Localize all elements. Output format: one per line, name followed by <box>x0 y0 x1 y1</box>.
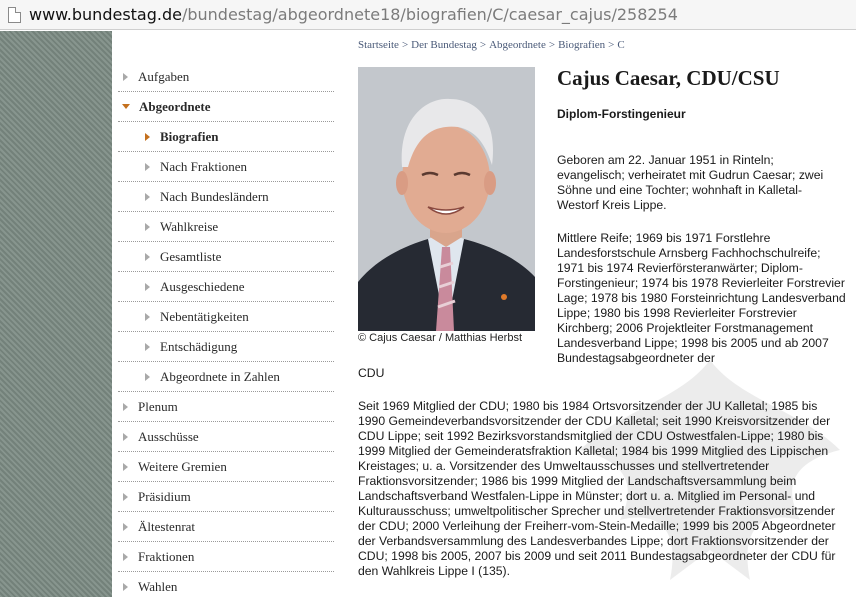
chevron-right-icon <box>123 72 128 81</box>
chevron-right-icon <box>123 522 128 531</box>
sidebar-item-label: Plenum <box>138 398 178 414</box>
sidebar-item-label: Wahlkreise <box>160 218 219 234</box>
chevron-right-icon <box>145 282 150 291</box>
sidebar-item-label: Fraktionen <box>138 548 195 564</box>
sidebar-item-label: Abgeordnete in Zahlen <box>160 368 280 384</box>
sidebar-item-label: Entschädigung <box>160 338 238 354</box>
chevron-right-icon <box>145 372 150 381</box>
sidebar-item-wahlkreise[interactable]: Wahlkreise <box>118 212 334 242</box>
photo-caption: © Cajus Caesar / Matthias Herbst <box>358 332 522 344</box>
chevron-right-icon <box>123 432 128 441</box>
sidebar-item-abgeordnete[interactable]: Abgeordnete <box>118 92 334 122</box>
breadcrumb-separator: > <box>608 39 615 51</box>
sidebar-item-fraktionen[interactable]: Fraktionen <box>118 542 334 572</box>
chevron-right-icon <box>123 552 128 561</box>
breadcrumb-link-startseite[interactable]: Startseite <box>358 39 399 51</box>
sidebar-item-label: Biografien <box>160 128 219 144</box>
chevron-down-icon <box>122 104 130 109</box>
chevron-right-icon <box>145 162 150 171</box>
breadcrumb-separator: > <box>401 39 409 51</box>
chevron-right-icon <box>145 252 150 261</box>
breadcrumb: Startseite > Der Bundestag > Abgeordnete > Bio… <box>358 39 625 51</box>
sidebar-item-label: Aufgaben <box>138 68 190 84</box>
breadcrumb-link-der-bundestag[interactable]: Der Bundestag <box>411 39 477 51</box>
sidebar-item-aeltestenrat[interactable]: Ältestenrat <box>118 512 334 542</box>
profession-label: Diplom-Forstingenieur <box>557 107 686 121</box>
sidebar-item-nach-bundeslaendern[interactable]: Nach Bundesländern <box>118 182 334 212</box>
sidebar-item-label: Ausgeschiedene <box>160 278 245 294</box>
sidebar-item-nebentaetigkeiten[interactable]: Nebentätigkeiten <box>118 302 334 332</box>
sidebar-nav: Aufgaben Abgeordnete Biografien Nach Fra… <box>118 62 334 597</box>
sidebar-item-weitere-gremien[interactable]: Weitere Gremien <box>118 452 334 482</box>
sidebar-item-nach-fraktionen[interactable]: Nach Fraktionen <box>118 152 334 182</box>
url-host: www.bundestag.de <box>29 5 182 24</box>
bio-politics-paragraph: Seit 1969 Mitglied der CDU; 1980 bis 198… <box>358 399 836 578</box>
url-text[interactable]: www.bundestag.de/bundestag/abgeordnete18… <box>29 5 678 24</box>
chevron-right-icon <box>145 312 150 321</box>
sidebar-item-label: Ältestenrat <box>138 518 196 534</box>
decorative-side-strip <box>0 31 112 597</box>
bio-career-paragraph: Mittlere Reife; 1969 bis 1971 Forstlehre… <box>557 231 846 365</box>
sidebar-item-aufgaben[interactable]: Aufgaben <box>118 62 334 92</box>
sidebar-item-gesamtliste[interactable]: Gesamtliste <box>118 242 334 272</box>
breadcrumb-link-biografien[interactable]: Biografien <box>558 39 605 51</box>
breadcrumb-link-abgeordnete[interactable]: Abgeordnete <box>489 39 546 51</box>
sidebar-item-label: Wahlen <box>138 578 178 594</box>
sidebar-item-ausgeschiedene[interactable]: Ausgeschiedene <box>118 272 334 302</box>
breadcrumb-separator: > <box>548 39 556 51</box>
page-icon <box>8 6 21 23</box>
sidebar-item-label: Gesamtliste <box>160 248 222 264</box>
sidebar-item-label: Nach Fraktionen <box>160 158 248 174</box>
breadcrumb-link-c[interactable]: C <box>617 39 624 51</box>
address-bar[interactable]: www.bundestag.de/bundestag/abgeordnete18… <box>0 0 856 30</box>
sidebar-item-label: Ausschüsse <box>138 428 199 444</box>
chevron-right-icon <box>123 402 128 411</box>
sidebar-item-abgeordnete-in-zahlen[interactable]: Abgeordnete in Zahlen <box>118 362 334 392</box>
page-title: Cajus Caesar, CDU/CSU <box>557 66 780 90</box>
portrait-photo <box>358 67 535 331</box>
sidebar-item-ausschuesse[interactable]: Ausschüsse <box>118 422 334 452</box>
sidebar-item-label: Präsidium <box>138 488 191 504</box>
bio-personal-paragraph: Geboren am 22. Januar 1951 in Rinteln; e… <box>557 153 824 212</box>
sidebar-item-label: Abgeordnete <box>139 98 211 114</box>
sidebar-item-plenum[interactable]: Plenum <box>118 392 334 422</box>
sidebar-item-wahlen[interactable]: Wahlen <box>118 572 334 597</box>
sidebar-item-label: Nebentätigkeiten <box>160 308 249 324</box>
chevron-right-icon <box>123 582 128 591</box>
chevron-right-icon <box>123 492 128 501</box>
sidebar-item-label: Nach Bundesländern <box>160 188 269 204</box>
breadcrumb-separator: > <box>479 39 487 51</box>
bio-career-paragraph-continued: CDU <box>358 366 385 380</box>
chevron-right-icon <box>145 222 150 231</box>
chevron-right-icon <box>145 342 150 351</box>
chevron-right-icon <box>145 192 150 201</box>
chevron-right-icon <box>123 462 128 471</box>
url-path: /bundestag/abgeordnete18/biografien/C/ca… <box>181 5 678 24</box>
chevron-right-icon <box>145 132 150 141</box>
sidebar-item-praesidium[interactable]: Präsidium <box>118 482 334 512</box>
sidebar-item-label: Weitere Gremien <box>138 458 227 474</box>
sidebar-item-entschaedigung[interactable]: Entschädigung <box>118 332 334 362</box>
sidebar-item-biografien[interactable]: Biografien <box>118 122 334 152</box>
portrait-illustration <box>358 67 535 331</box>
